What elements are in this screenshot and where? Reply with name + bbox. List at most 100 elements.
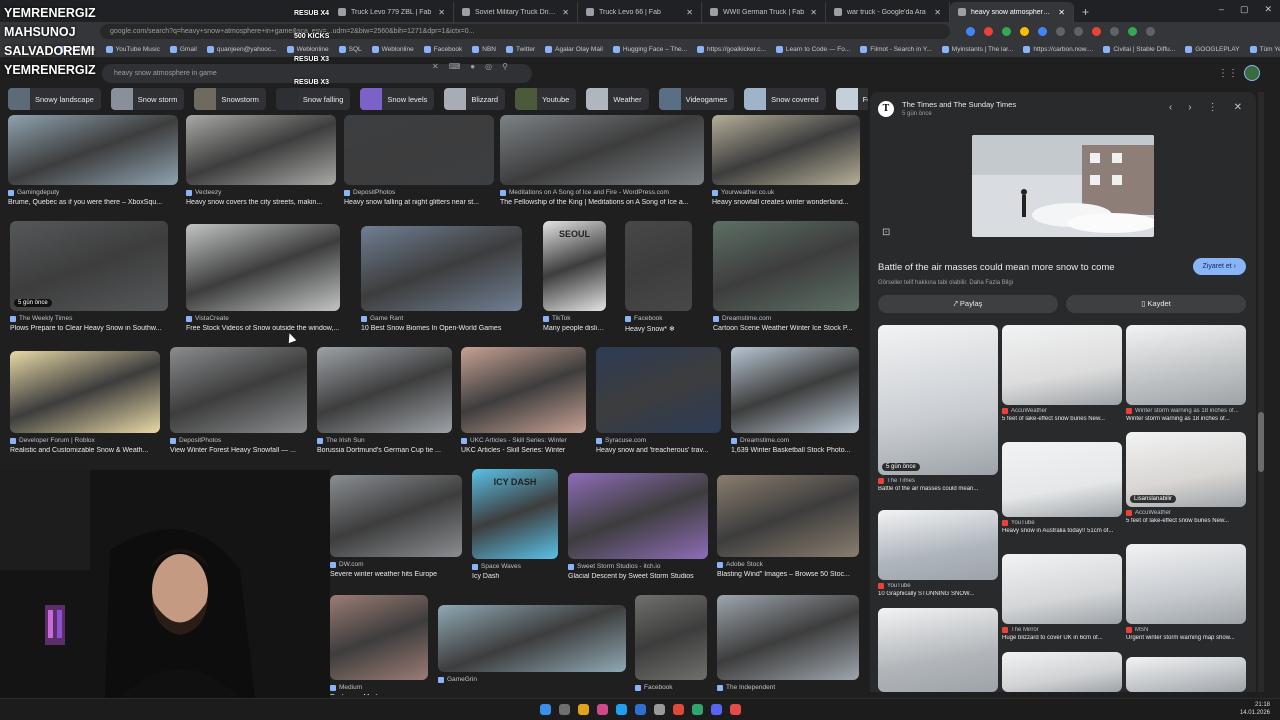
- browser-tab[interactable]: heavy snow atmosphere in gam ✕: [950, 2, 1074, 22]
- bookmark-item[interactable]: Gmail: [169, 45, 197, 53]
- result-caption[interactable]: Icy Dash: [472, 573, 558, 580]
- image-result-card[interactable]: Adobe Stock Blasting Wind" Images – Brows…: [717, 475, 859, 578]
- tab-close-icon[interactable]: ✕: [562, 8, 569, 17]
- image-result-card[interactable]: Dreamstime.com 1,639 Winter Basketball St…: [731, 347, 859, 454]
- extension-icon[interactable]: [1020, 27, 1029, 36]
- search-chip[interactable]: Blizzard: [444, 88, 506, 110]
- related-image-card[interactable]: MSN Urgent winter storm warning map show.…: [1126, 544, 1246, 641]
- extension-icon[interactable]: [966, 27, 975, 36]
- image-result-card[interactable]: UKC Articles - Skill Series: Winter UKC A…: [461, 347, 586, 454]
- browser-tab[interactable]: WWII German Truck | Fab ✕: [702, 2, 826, 22]
- image-result-card[interactable]: 5 gün önce The Weekly Times Plows Prepare …: [10, 221, 168, 332]
- related-image-card[interactable]: 5 gün önce The Times Battle of the air mas…: [878, 325, 998, 492]
- result-caption[interactable]: Many people dislike...: [543, 325, 606, 332]
- result-thumbnail[interactable]: [8, 115, 178, 185]
- image-result-card[interactable]: DW.com Severe winter weather hits Europe: [330, 475, 462, 578]
- result-thumbnail[interactable]: SEOUL: [543, 221, 606, 311]
- visit-button[interactable]: Ziyaret et ›: [1192, 258, 1246, 275]
- related-thumbnail[interactable]: [1002, 442, 1122, 517]
- result-caption[interactable]: Blasting Wind" Images – Browse 50 Stoc..…: [717, 571, 859, 578]
- related-image-card[interactable]: Winter storm warning as 18 inches of... W…: [1126, 325, 1246, 422]
- more-options-icon[interactable]: ⋮: [1208, 102, 1218, 113]
- related-caption[interactable]: Battle of the air masses could mean...: [878, 486, 998, 492]
- bookmark-item[interactable]: Weblonline: [371, 45, 414, 53]
- result-thumbnail[interactable]: [500, 115, 704, 185]
- related-thumbnail[interactable]: [878, 510, 998, 580]
- search-chip[interactable]: Snowy landscape: [8, 88, 101, 110]
- app-icon[interactable]: [729, 704, 741, 715]
- search-chip[interactable]: Snow covered: [744, 88, 826, 110]
- result-thumbnail[interactable]: [330, 475, 462, 557]
- search-chip[interactable]: Weather: [586, 88, 649, 110]
- result-thumbnail[interactable]: [344, 115, 494, 185]
- extension-icon[interactable]: [984, 27, 993, 36]
- bookmark-item[interactable]: quanjeen@yahooc...: [206, 45, 277, 53]
- browser-tab[interactable]: Truck Levo 779 ZBL | Fab ✕: [330, 2, 454, 22]
- preview-image[interactable]: [972, 135, 1154, 237]
- result-caption[interactable]: Plows Prepare to Clear Heavy Snow in Sou…: [10, 325, 168, 332]
- system-clock[interactable]: 21:18 14.01.2026: [1240, 701, 1270, 717]
- search-taskbar-icon[interactable]: [558, 704, 570, 715]
- image-result-card[interactable]: Syracuse.com Heavy snow and 'treacherous'…: [596, 347, 721, 454]
- result-thumbnail[interactable]: [186, 224, 340, 311]
- tab-close-icon[interactable]: ✕: [810, 8, 817, 17]
- app-icon[interactable]: [596, 704, 608, 715]
- preview-title[interactable]: Battle of the air masses could mean more…: [878, 262, 1115, 273]
- minimize-button[interactable]: –: [1219, 4, 1224, 15]
- related-thumbnail[interactable]: [1002, 554, 1122, 624]
- search-chip[interactable]: Youtube: [515, 88, 577, 110]
- image-result-card[interactable]: Vecteezy Heavy snow covers the city stree…: [186, 115, 336, 206]
- bookmark-item[interactable]: Civitai | Stable Diffu...: [1103, 45, 1175, 53]
- previous-icon[interactable]: ‹: [1169, 102, 1172, 113]
- related-image-card[interactable]: [878, 608, 998, 692]
- related-image-card[interactable]: AccuWeather 5 feet of lake-effect snow bu…: [1002, 325, 1122, 422]
- lens-icon[interactable]: ◎: [485, 62, 492, 71]
- new-tab-button[interactable]: +: [1074, 2, 1097, 22]
- search-chip[interactable]: Snow storm: [110, 88, 185, 110]
- result-caption[interactable]: 10 Best Snow Biomes In Open-World Games: [361, 325, 522, 332]
- result-thumbnail[interactable]: [568, 473, 708, 559]
- image-result-card[interactable]: Facebook Heavy Snow* ❄: [625, 221, 692, 333]
- tab-close-icon[interactable]: ✕: [1058, 8, 1065, 17]
- image-result-card[interactable]: Gamingdeputy Brume, Quebec as if you were…: [8, 115, 178, 206]
- related-caption[interactable]: 10 Graphically STUNNING SNOW...: [878, 591, 998, 597]
- related-image-card[interactable]: [1126, 657, 1246, 692]
- bookmark-item[interactable]: Hugging Face – The...: [612, 45, 687, 53]
- avatar[interactable]: [1244, 65, 1260, 81]
- related-thumbnail[interactable]: [1002, 325, 1122, 405]
- edge-icon[interactable]: [615, 704, 627, 715]
- image-result-card[interactable]: DepositPhotos View Winter Forest Heavy Sn…: [170, 347, 307, 454]
- result-thumbnail[interactable]: [625, 221, 692, 311]
- result-caption[interactable]: Severe winter weather hits Europe: [330, 571, 462, 578]
- next-icon[interactable]: ›: [1188, 102, 1191, 113]
- keyboard-icon[interactable]: ⌨: [449, 62, 461, 71]
- bookmark-item[interactable]: Agalar Olay Mail: [545, 45, 603, 53]
- share-button[interactable]: ⤤ Paylaş: [878, 295, 1058, 313]
- image-result-card[interactable]: Game Rant 10 Best Snow Biomes In Open-Wor…: [361, 226, 522, 332]
- result-caption[interactable]: Borussia Dortmund's German Cup tie ...: [317, 447, 452, 454]
- result-thumbnail[interactable]: [461, 347, 586, 433]
- extension-icon[interactable]: [1038, 27, 1047, 36]
- tab-close-icon[interactable]: ✕: [934, 8, 941, 17]
- image-result-card[interactable]: Developer Forum | Roblox Realistic and Cu…: [10, 351, 160, 454]
- mic-icon[interactable]: ●: [470, 62, 475, 71]
- image-result-card[interactable]: VistaCreate Free Stock Videos of Snow out…: [186, 224, 340, 332]
- result-thumbnail[interactable]: [170, 347, 307, 433]
- result-thumbnail[interactable]: [731, 347, 859, 433]
- related-thumbnail[interactable]: Lisanslanabilir: [1126, 432, 1246, 507]
- image-result-card[interactable]: DepositPhotos Heavy snow falling at night…: [344, 115, 494, 206]
- result-thumbnail[interactable]: [186, 115, 336, 185]
- result-caption[interactable]: Brume, Quebec as if you were there – Xbo…: [8, 199, 178, 206]
- related-thumbnail[interactable]: 5 gün önce: [878, 325, 998, 475]
- discord-icon[interactable]: [710, 704, 722, 715]
- extension-icon[interactable]: [1092, 27, 1101, 36]
- image-result-card[interactable]: Meditations on A Song of Ice and Fire - …: [500, 115, 704, 206]
- result-thumbnail[interactable]: [713, 221, 859, 311]
- related-caption[interactable]: 5 feet of lake-effect snow buries New...: [1126, 518, 1246, 524]
- image-result-card[interactable]: Sweet Storm Studios - itch.io Glacial Des…: [568, 473, 708, 580]
- result-thumbnail[interactable]: [438, 605, 626, 672]
- bookmark-item[interactable]: Filmot - Search in Y...: [860, 45, 932, 53]
- bookmark-item[interactable]: SQL: [338, 45, 362, 53]
- download-icon[interactable]: [1110, 27, 1119, 36]
- result-caption[interactable]: Heavy snow falling at night glitters nea…: [344, 199, 494, 206]
